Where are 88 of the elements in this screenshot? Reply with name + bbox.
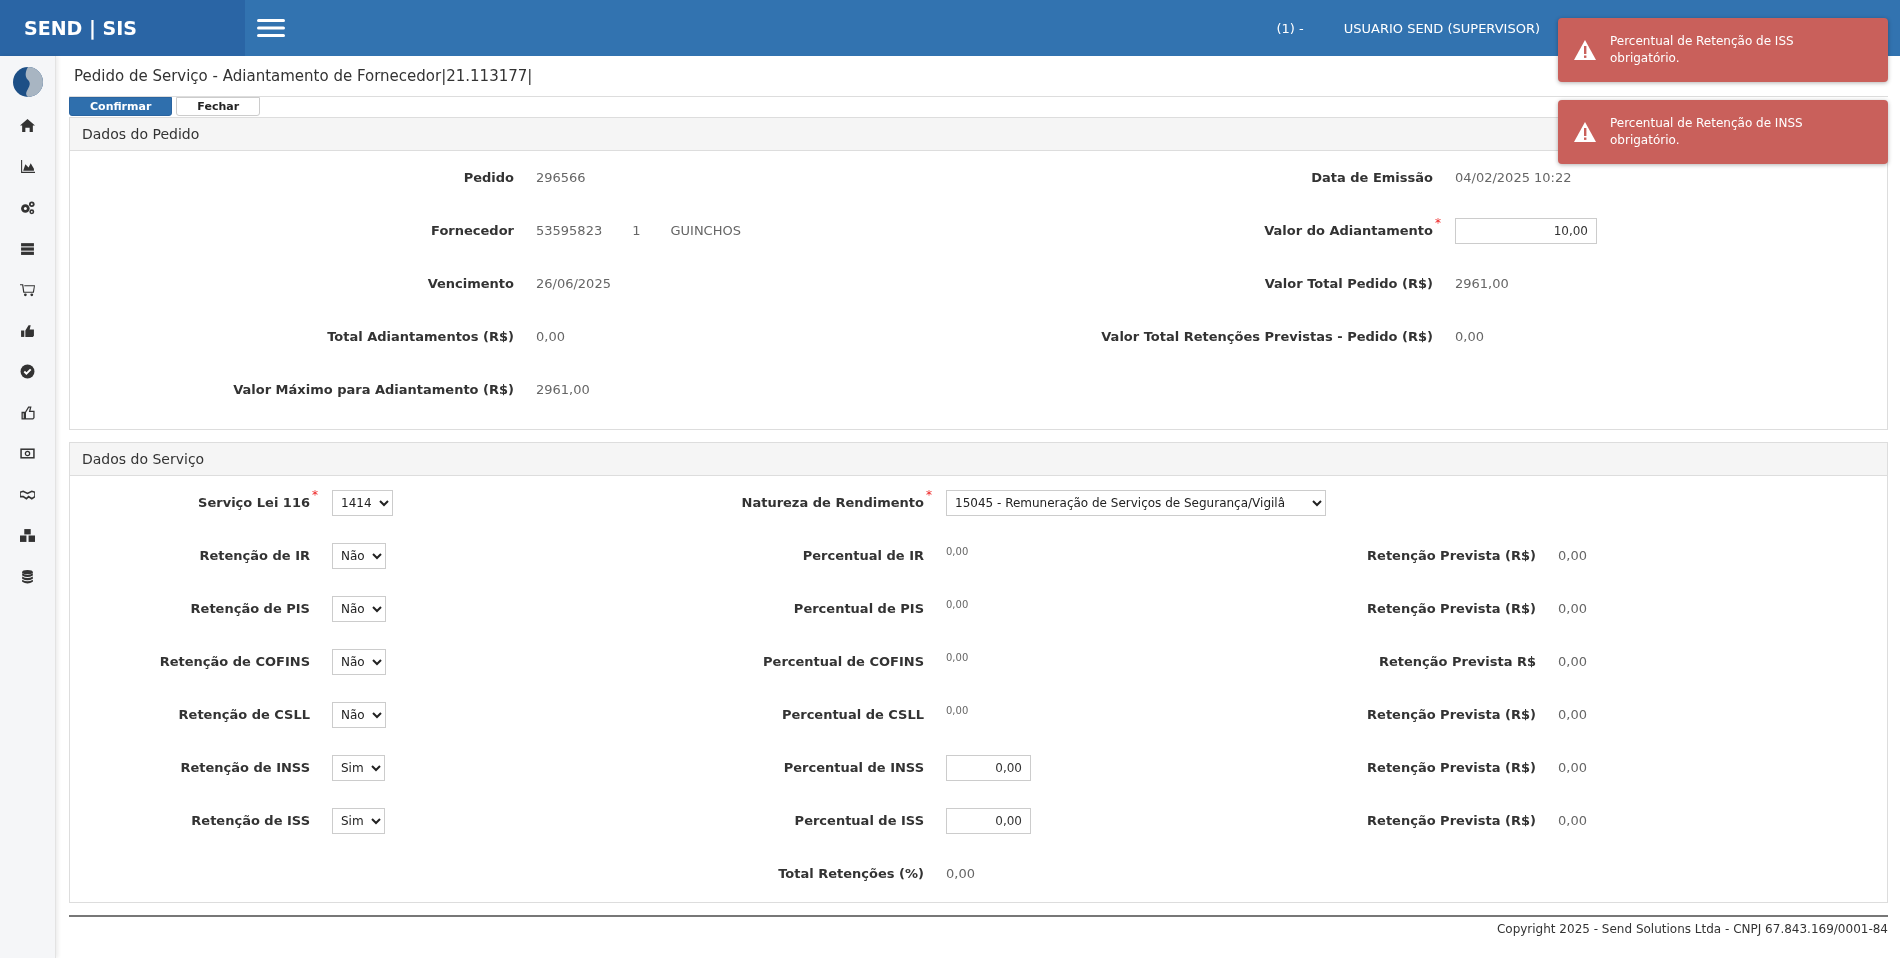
field-value: 0,00	[1455, 329, 1484, 344]
select-field[interactable]: Não	[332, 648, 386, 675]
field-value: 0,00	[1558, 654, 1587, 669]
field-label: Percentual de PIS	[793, 601, 924, 616]
field-label: Retenção Prevista (R$)	[1367, 760, 1536, 775]
select-field[interactable]: 15045 - Remuneração de Serviços de Segurança/Vigilâ	[946, 489, 1326, 516]
field-value: 2961,00	[1455, 276, 1509, 291]
required-asterisk: *	[926, 488, 932, 502]
field-label: Retenção de IR	[199, 548, 310, 563]
field-label: Percentual de ISS	[794, 813, 924, 828]
field-label: Percentual de COFINS	[763, 654, 924, 669]
input-field[interactable]: 0,00	[946, 807, 1031, 834]
close-button[interactable]: Fechar	[176, 97, 261, 116]
warning-icon	[1574, 122, 1596, 142]
field-value: 0,00	[946, 652, 969, 663]
field-value: 2961,00	[536, 382, 590, 397]
field-value: 0,00	[946, 866, 975, 881]
field-value: 0,00	[1558, 760, 1587, 775]
home-icon[interactable]	[20, 118, 35, 133]
field-label: Retenção Prevista (R$)	[1367, 707, 1536, 722]
gears-icon[interactable]	[20, 200, 35, 215]
field-value: 0,00	[946, 546, 969, 557]
field-label: Retenção Prevista (R$)	[1367, 601, 1536, 616]
select-field[interactable]: 1414	[332, 489, 393, 516]
database-icon[interactable]	[20, 569, 35, 584]
field-label: Data de Emissão	[1311, 170, 1433, 185]
field-label: Percentual de INSS	[783, 760, 924, 775]
field-label: Retenção de INSS	[180, 760, 310, 775]
panel-title: Dados do Pedido	[82, 126, 200, 142]
list-icon[interactable]	[20, 241, 35, 256]
field-value: 0,00	[946, 705, 969, 716]
brand-logo[interactable]: SEND | SIS	[0, 0, 245, 56]
field-label: Retenção Prevista (R$)	[1367, 548, 1536, 563]
field-label: Valor Total Pedido (R$)	[1264, 276, 1433, 291]
field-label: Total Retenções (%)	[778, 866, 924, 881]
field-label: Retenção de CSLL	[178, 707, 310, 722]
field-label: Retenção de ISS	[191, 813, 310, 828]
field-value: 53595823	[536, 223, 603, 238]
field-label: Valor Total Retenções Previstas - Pedido (R$)	[1101, 329, 1433, 344]
thumbs-up-icon[interactable]	[20, 323, 35, 338]
field-value: 0,00	[536, 329, 565, 344]
input-field[interactable]: 0,00	[946, 754, 1031, 781]
field-label: Valor Máximo para Adiantamento (R$)	[233, 382, 514, 397]
field-label: Retenção de COFINS	[159, 654, 310, 669]
field-value: 296566	[536, 170, 586, 185]
field-label: Pedido	[463, 170, 514, 185]
field-value: 04/02/2025 10:22	[1455, 170, 1572, 185]
field-label: Fornecedor	[431, 223, 514, 238]
field-value: 26/06/2025	[536, 276, 611, 291]
field-value: 0,00	[1558, 707, 1587, 722]
thumbs-up-outline-icon[interactable]	[20, 405, 35, 420]
field-label: Total Adiantamentos (R$)	[327, 329, 514, 344]
panel-title: Dados do Serviço	[82, 451, 205, 467]
select-field[interactable]: Não	[332, 595, 386, 622]
field-value: 0,00	[946, 599, 969, 610]
menu-icon[interactable]	[257, 18, 285, 38]
field-value: GUINCHOS	[670, 223, 741, 238]
warning-icon	[1574, 40, 1596, 60]
field-value: 0,00	[1558, 548, 1587, 563]
cubes-icon[interactable]	[20, 528, 35, 543]
logo-icon[interactable]	[11, 66, 44, 98]
field-value: 1	[632, 223, 641, 238]
confirm-button[interactable]: Confirmar	[69, 97, 173, 116]
required-asterisk: *	[312, 488, 318, 502]
field-label: Vencimento	[427, 276, 514, 291]
field-value: 0,00	[1558, 813, 1587, 828]
company-selector[interactable]: (1) -	[1276, 20, 1304, 36]
field-label: Percentual de IR	[802, 548, 924, 563]
field-value: 0,00	[1558, 601, 1587, 616]
select-field[interactable]: Não	[332, 542, 386, 569]
select-field[interactable]: Sim	[332, 807, 385, 834]
area-chart-icon[interactable]	[20, 159, 35, 174]
select-field[interactable]: Sim	[332, 754, 385, 781]
toast-message: Percentual de Retenção de ISS obrigatório.	[1610, 33, 1795, 67]
field-label: Retenção Prevista R$	[1378, 654, 1536, 669]
input-field[interactable]: 10,00	[1455, 217, 1597, 244]
page-title: Pedido de Serviço - Adiantamento de Fornecedor|21.113177|	[74, 67, 533, 85]
check-circle-icon[interactable]	[20, 364, 35, 379]
field-label: Retenção de PIS	[190, 601, 310, 616]
field-label: Percentual de CSLL	[781, 707, 924, 722]
banknote-icon[interactable]	[20, 446, 35, 461]
cart-icon[interactable]	[20, 282, 35, 297]
toast-message: Percentual de Retenção de INSS obrigatório.	[1610, 115, 1804, 149]
required-asterisk: *	[1435, 216, 1441, 230]
select-field[interactable]: Não	[332, 701, 386, 728]
field-label: Retenção Prevista (R$)	[1367, 813, 1536, 828]
copyright-text: Copyright 2025 - Send Solutions Ltda - CNPJ 67.843.169/0001-84	[1496, 922, 1888, 936]
user-menu[interactable]: USUARIO SEND (SUPERVISOR)	[1343, 20, 1540, 36]
